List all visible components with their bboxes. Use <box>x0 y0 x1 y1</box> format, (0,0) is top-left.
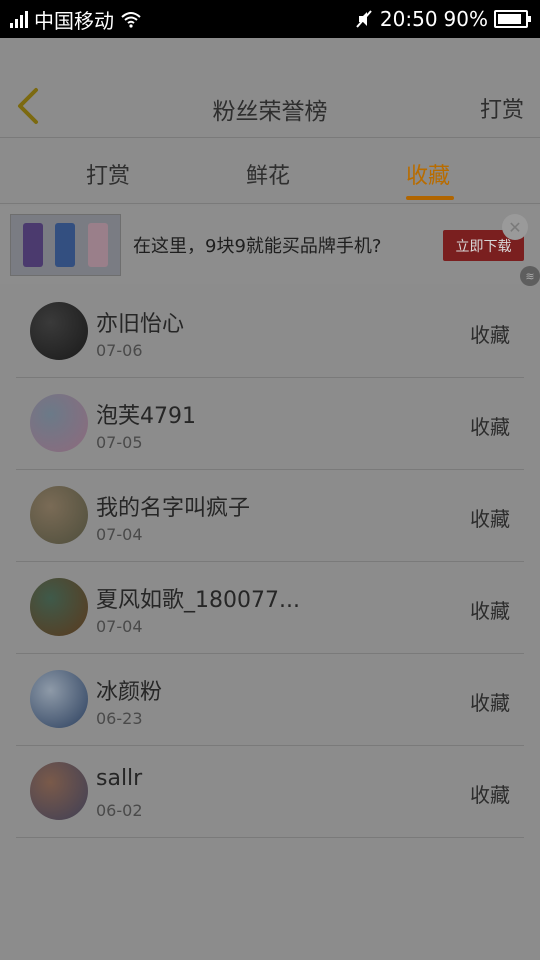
list-item[interactable]: 夏风如歌_180077... 07-04 收藏 <box>16 562 524 654</box>
list-item[interactable]: 泡芙4791 07-05 收藏 <box>16 378 524 470</box>
user-name: 冰颜粉 <box>96 680 163 705</box>
ad-banner[interactable]: 在这里，9块9就能买品牌手机? 立即下载 ✕ ≋ <box>0 206 540 286</box>
favorite-label: 收藏 <box>470 691 510 715</box>
page-title: 粉丝荣誉榜 <box>212 99 328 125</box>
item-date: 07-05 <box>96 433 143 452</box>
ad-badge-icon: ≋ <box>520 266 540 286</box>
item-date: 06-02 <box>96 801 143 820</box>
favorite-label: 收藏 <box>470 783 510 807</box>
list-item[interactable]: 我的名字叫疯子 07-04 收藏 <box>16 470 524 562</box>
status-bar: 中国移动 20:50 90% <box>0 0 540 38</box>
avatar <box>30 302 88 360</box>
signal-icon <box>10 10 28 28</box>
favorite-label: 收藏 <box>470 599 510 623</box>
phone-image <box>87 223 108 267</box>
avatar <box>30 762 88 820</box>
item-date: 07-04 <box>96 617 143 636</box>
list-item[interactable]: sallr 06-02 收藏 <box>16 746 524 838</box>
avatar <box>30 394 88 452</box>
header: 粉丝荣誉榜 打赏 <box>0 38 540 138</box>
reward-button[interactable]: 打赏 <box>480 92 524 124</box>
active-tab-indicator <box>406 196 454 200</box>
fans-honor-screen: 粉丝荣誉榜 打赏 打赏 鲜花 收藏 在这里，9块9就能买品牌手机? 立即下载 ✕… <box>0 38 540 960</box>
time-label: 20:50 <box>379 7 438 31</box>
mute-icon <box>356 10 372 28</box>
battery-icon <box>494 10 531 28</box>
wifi-icon <box>121 12 141 28</box>
phone-image <box>23 223 44 267</box>
status-left: 中国移动 <box>10 5 142 34</box>
avatar <box>30 486 88 544</box>
avatar <box>30 670 88 728</box>
favorite-label: 收藏 <box>470 415 510 439</box>
list-item[interactable]: 亦旧怡心 07-06 收藏 <box>16 286 524 378</box>
avatar <box>30 578 88 636</box>
battery-percent: 90% <box>443 7 488 31</box>
favorite-label: 收藏 <box>470 507 510 531</box>
carrier-label: 中国移动 <box>34 8 114 33</box>
user-name: 夏风如歌_180077... <box>96 588 300 613</box>
user-name: 亦旧怡心 <box>96 312 185 337</box>
ad-image <box>10 214 121 276</box>
phone-image <box>55 223 76 267</box>
item-date: 07-06 <box>96 341 143 360</box>
status-right: 20:50 90% <box>354 7 531 31</box>
ad-text: 在这里，9块9就能买品牌手机? <box>133 236 382 257</box>
item-date: 07-04 <box>96 525 143 544</box>
tab-reward[interactable]: 打赏 <box>86 158 130 190</box>
tab-favorites[interactable]: 收藏 <box>406 158 450 190</box>
user-name: 我的名字叫疯子 <box>96 496 251 521</box>
list-item[interactable]: 冰颜粉 06-23 收藏 <box>16 654 524 746</box>
tab-flowers[interactable]: 鲜花 <box>246 158 290 190</box>
item-date: 06-23 <box>96 709 143 728</box>
user-name: 泡芙4791 <box>96 404 196 429</box>
user-name: sallr <box>96 766 143 791</box>
close-icon[interactable]: ✕ <box>502 214 528 240</box>
fans-list: 亦旧怡心 07-06 收藏 泡芙4791 07-05 收藏 我的名字叫疯子 07… <box>16 286 524 838</box>
tab-bar: 打赏 鲜花 收藏 <box>0 138 540 204</box>
favorite-label: 收藏 <box>470 323 510 347</box>
